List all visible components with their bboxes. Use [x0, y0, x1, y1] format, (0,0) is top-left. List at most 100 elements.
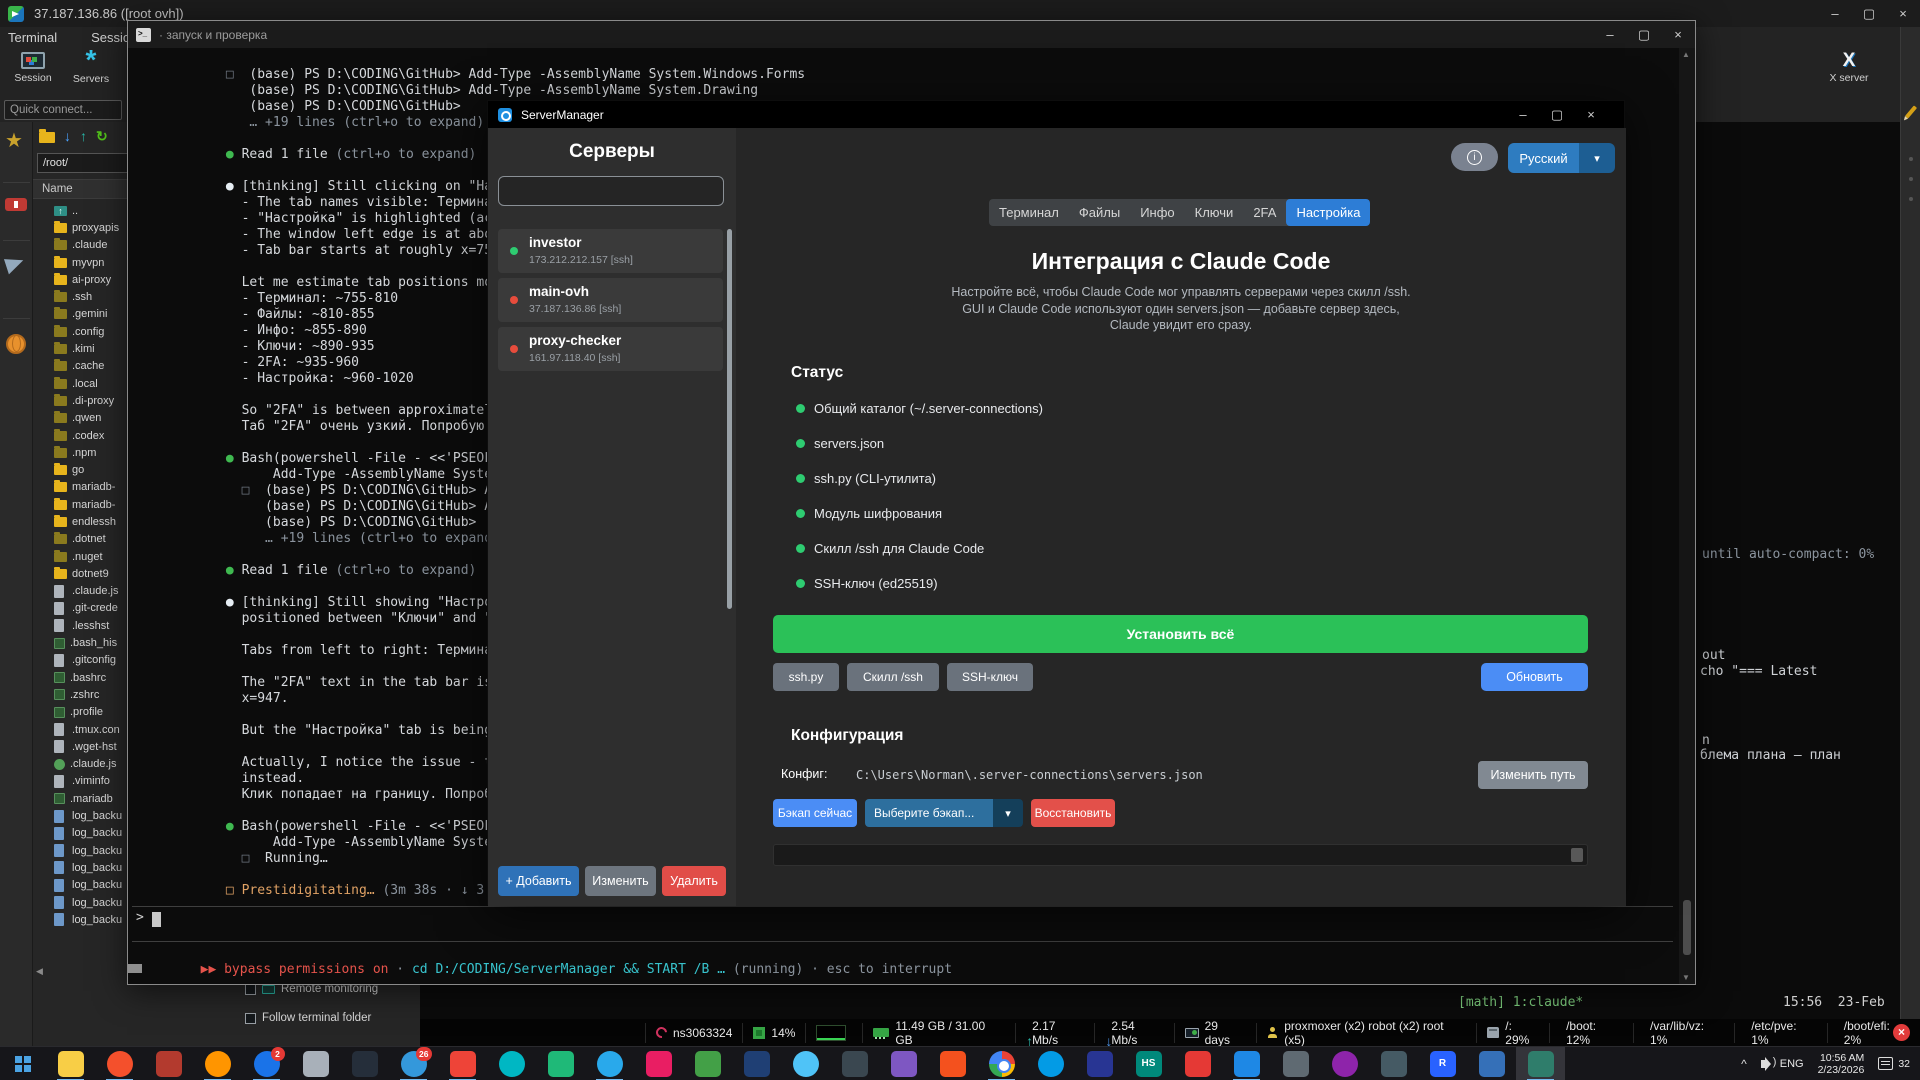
scrollbar-thumb[interactable] — [1571, 848, 1583, 862]
quick-connect-input[interactable] — [4, 100, 122, 120]
taskbar-app[interactable] — [732, 1047, 781, 1080]
server-card[interactable]: main-ovh 37.187.136.86 [ssh] — [498, 278, 723, 322]
follow-terminal-folder-checkbox[interactable]: Follow terminal folder — [245, 1012, 371, 1024]
checkbox-box[interactable] — [245, 1013, 256, 1024]
taskbar-app[interactable] — [95, 1047, 144, 1080]
backup-select[interactable]: Выберите бэкап... ▾ — [865, 799, 1023, 827]
backup-now-button[interactable]: Бэкап сейчас — [773, 799, 857, 827]
scroll-up-icon[interactable]: ▲ — [1682, 50, 1690, 59]
tab[interactable]: Терминал — [989, 199, 1069, 226]
tray-chevron-icon[interactable]: ^ — [1741, 1057, 1747, 1071]
minimize-button[interactable]: – — [1818, 0, 1852, 27]
start-button[interactable] — [0, 1047, 46, 1080]
taskbar-app[interactable] — [340, 1047, 389, 1080]
tab[interactable]: Файлы — [1069, 199, 1130, 226]
taskbar-app[interactable] — [879, 1047, 928, 1080]
taskbar-app[interactable] — [1075, 1047, 1124, 1080]
download-icon[interactable]: ↓ — [64, 128, 71, 144]
notification-center[interactable]: 32 — [1878, 1057, 1910, 1070]
taskbar-app[interactable] — [1467, 1047, 1516, 1080]
install-sshkey-chip[interactable]: SSH-ключ — [947, 663, 1033, 691]
keyboard-language[interactable]: ENG — [1780, 1058, 1804, 1070]
taskbar-app[interactable] — [634, 1047, 683, 1080]
taskbar-app[interactable]: 26 — [389, 1047, 438, 1080]
hscroll-left-arrow[interactable]: ◀ — [36, 966, 43, 977]
delete-server-button[interactable]: Удалить — [662, 866, 726, 896]
server-list-scrollbar[interactable] — [727, 229, 732, 609]
taskbar-app[interactable] — [487, 1047, 536, 1080]
scroll-down-icon[interactable]: ▼ — [1682, 973, 1690, 982]
close-button[interactable]: × — [1886, 0, 1920, 27]
menu-terminal[interactable]: Terminal — [8, 30, 57, 45]
server-card[interactable]: investor 173.212.212.157 [ssh] — [498, 229, 723, 273]
prompt-caret[interactable]: > — [136, 910, 144, 925]
tab[interactable]: Инфо — [1130, 199, 1184, 226]
taskbar-app[interactable] — [144, 1047, 193, 1080]
terminal-titlebar[interactable]: · запуск и проверка – ▢ × — [128, 21, 1695, 48]
change-path-button[interactable]: Изменить путь — [1478, 761, 1588, 789]
taskbar-app[interactable] — [1320, 1047, 1369, 1080]
taskbar-app[interactable] — [193, 1047, 242, 1080]
install-skill-chip[interactable]: Скилл /ssh — [847, 663, 939, 691]
taskbar-app[interactable] — [291, 1047, 340, 1080]
scrollbar-thumb[interactable] — [1683, 900, 1691, 955]
taskbar-app[interactable]: 2 — [242, 1047, 291, 1080]
restore-button[interactable]: Восстановить — [1031, 799, 1115, 827]
taskbar-app[interactable] — [585, 1047, 634, 1080]
bottom-scrollbar[interactable] — [773, 844, 1588, 866]
favorites-star-icon[interactable]: ★ — [5, 128, 23, 153]
tab[interactable]: Настройка — [1286, 199, 1370, 226]
taskbar-app[interactable] — [1369, 1047, 1418, 1080]
upload-icon[interactable]: ↑ — [80, 128, 87, 144]
close-button[interactable]: × — [1661, 21, 1695, 48]
statusbar-segment-icon — [873, 1028, 889, 1037]
taskbar-app[interactable] — [1271, 1047, 1320, 1080]
refresh-button[interactable]: Обновить — [1481, 663, 1588, 691]
taskbar-app[interactable] — [1173, 1047, 1222, 1080]
server-search-input[interactable] — [498, 176, 724, 206]
minimize-button[interactable]: – — [1506, 101, 1540, 128]
taskbar-app[interactable] — [536, 1047, 585, 1080]
taskbar-app[interactable] — [438, 1047, 487, 1080]
install-all-button[interactable]: Установить всё — [773, 615, 1588, 653]
session-button[interactable]: Session — [6, 50, 60, 84]
taskbar-app[interactable] — [1516, 1047, 1565, 1080]
server-card[interactable]: proxy-checker 161.97.118.40 [ssh] — [498, 327, 723, 371]
statusbar-close-icon[interactable]: × — [1893, 1024, 1910, 1041]
maximize-button[interactable]: ▢ — [1627, 21, 1661, 48]
volume-icon[interactable] — [1761, 1060, 1766, 1068]
taskbar-app[interactable]: R — [1418, 1047, 1467, 1080]
taskbar-app[interactable] — [46, 1047, 95, 1080]
taskbar-app[interactable] — [683, 1047, 732, 1080]
taskbar-app[interactable] — [781, 1047, 830, 1080]
taskbar-app[interactable] — [1026, 1047, 1075, 1080]
sessions-plane-icon[interactable] — [4, 254, 26, 275]
maximize-button[interactable]: ▢ — [1852, 0, 1886, 27]
network-globe-icon[interactable] — [6, 334, 26, 354]
servers-button[interactable]: * Servers — [64, 50, 118, 85]
language-dropdown[interactable]: Русский ▾ — [1508, 143, 1615, 173]
taskbar-app[interactable] — [928, 1047, 977, 1080]
tab[interactable]: 2FA — [1243, 199, 1286, 226]
maximize-button[interactable]: ▢ — [1540, 101, 1574, 128]
edit-server-button[interactable]: Изменить — [585, 866, 656, 896]
taskbar-app[interactable] — [1222, 1047, 1271, 1080]
taskbar-app[interactable]: HS — [1124, 1047, 1173, 1080]
servermanager-titlebar[interactable]: ServerManager – ▢ × — [488, 101, 1624, 128]
taskbar-app[interactable] — [977, 1047, 1026, 1080]
install-sshpy-chip[interactable]: ssh.py — [773, 663, 839, 691]
close-button[interactable]: × — [1574, 101, 1608, 128]
add-server-button[interactable]: + Добавить — [498, 866, 579, 896]
minimize-button[interactable]: – — [1593, 21, 1627, 48]
checkbox-box[interactable] — [245, 984, 256, 995]
folder-up-icon[interactable] — [39, 132, 55, 143]
macros-pencil-icon[interactable] — [1905, 105, 1917, 118]
taskbar-clock[interactable]: 10:56 AM 2/23/2026 — [1818, 1052, 1865, 1076]
tab[interactable]: Ключи — [1185, 199, 1244, 226]
x-server-button[interactable]: X X server — [1822, 50, 1876, 84]
taskbar-app[interactable] — [830, 1047, 879, 1080]
info-button[interactable]: i — [1451, 143, 1498, 171]
terminal-scrollbar[interactable]: ▲ ▼ — [1679, 48, 1695, 984]
refresh-icon[interactable]: ↻ — [96, 128, 108, 145]
tools-knife-icon[interactable] — [5, 198, 27, 211]
